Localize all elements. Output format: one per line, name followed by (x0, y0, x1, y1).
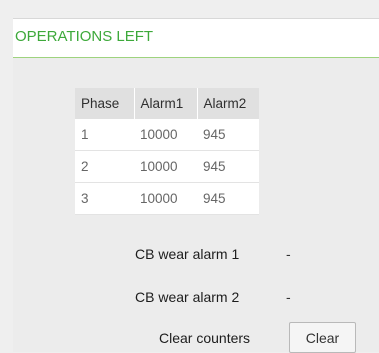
cell-alarm2: 945 (197, 182, 259, 215)
table-row: 3 10000 945 (75, 182, 259, 215)
panel-title: OPERATIONS LEFT (15, 28, 154, 45)
table-header-row: Phase Alarm1 Alarm2 (75, 88, 259, 119)
cell-alarm2: 945 (197, 150, 259, 183)
alarm-table: Phase Alarm1 Alarm2 1 10000 945 2 10000 … (75, 88, 259, 215)
column-header-alarm2: Alarm2 (196, 88, 259, 119)
clear-counters-label: Clear counters (159, 330, 251, 346)
cb-wear-alarm-1-value: - (286, 246, 291, 262)
table-row: 1 10000 945 (75, 119, 259, 151)
cell-phase: 1 (75, 119, 134, 151)
cell-alarm2: 945 (197, 119, 259, 151)
clear-counters-button[interactable]: Clear (289, 322, 356, 353)
cell-phase: 3 (75, 182, 134, 215)
column-header-phase: Phase (75, 88, 134, 119)
cb-wear-alarm-2-value: - (286, 289, 291, 305)
column-header-alarm1: Alarm1 (133, 88, 197, 119)
cell-alarm1: 10000 (134, 119, 197, 151)
operations-left-panel: OPERATIONS LEFT Phase Alarm1 Alarm2 1 10… (13, 18, 379, 353)
table-row: 2 10000 945 (75, 150, 259, 183)
cell-alarm1: 10000 (134, 182, 197, 215)
cell-alarm1: 10000 (134, 150, 197, 183)
cell-phase: 2 (75, 150, 134, 183)
cb-wear-alarm-2-label: CB wear alarm 2 (135, 289, 240, 305)
panel-header: OPERATIONS LEFT (13, 18, 379, 58)
cb-wear-alarm-1-label: CB wear alarm 1 (135, 246, 240, 262)
